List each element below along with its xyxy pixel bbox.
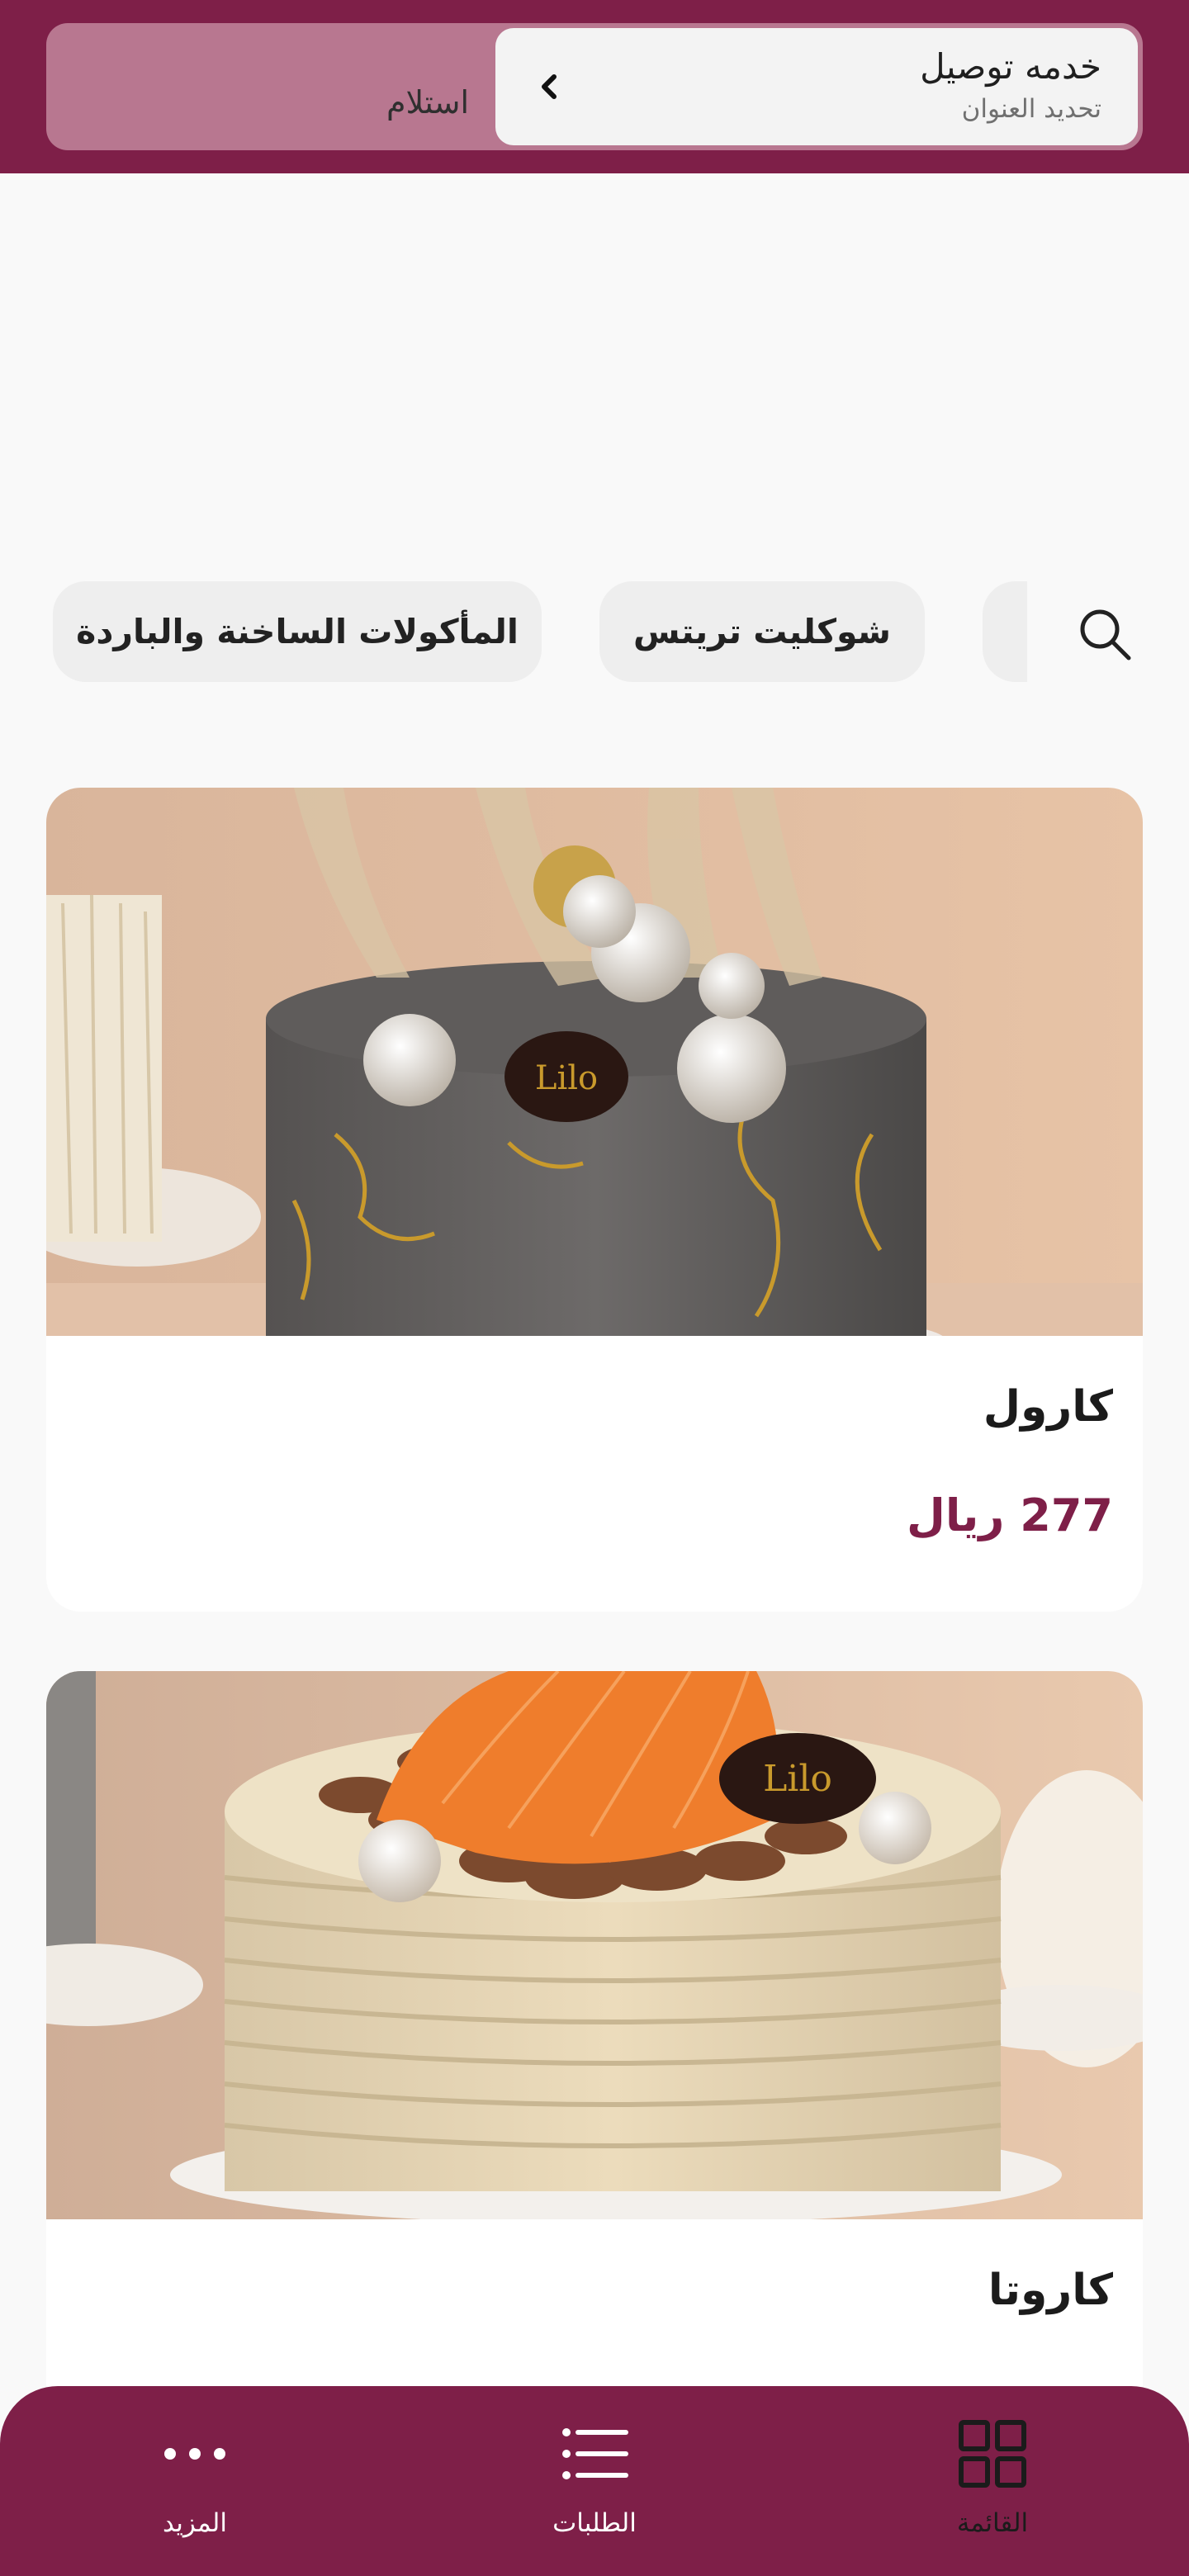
product-name: كاروتا <box>988 2266 1113 2315</box>
nav-tab-menu[interactable]: القائمة <box>877 2386 1108 2576</box>
delivery-option[interactable]: خدمه توصيل تحديد العنوان <box>495 28 1138 145</box>
search-icon[interactable] <box>1073 603 1136 665</box>
product-price: 277 ريال <box>906 1489 1113 1541</box>
svg-text:Lilo: Lilo <box>763 1758 832 1800</box>
category-bar: المأكولات الساخنة والباردة شوكليت تريتس <box>0 581 1189 685</box>
bottom-nav: القائمة الطلبات المزيد <box>0 2386 1189 2576</box>
list-icon <box>562 2428 628 2479</box>
svg-text:Lilo: Lilo <box>535 1059 598 1097</box>
nav-tab-more[interactable]: المزيد <box>79 2386 310 2576</box>
nav-label-menu: القائمة <box>956 2508 1029 2538</box>
product-image-cake-2: Lilo <box>46 1671 1143 2219</box>
category-chip-partial[interactable] <box>983 581 1027 682</box>
delivery-title: خدمه توصيل <box>920 46 1101 87</box>
product-name: كارول <box>983 1382 1113 1432</box>
set-address-link[interactable]: تحديد العنوان <box>962 94 1101 124</box>
grid-icon <box>959 2420 1026 2488</box>
nav-tab-orders[interactable]: الطلبات <box>479 2386 710 2576</box>
pickup-option[interactable]: استلام <box>386 84 469 121</box>
nav-label-more: المزيد <box>163 2508 227 2538</box>
more-dots-icon <box>164 2448 225 2460</box>
product-card[interactable]: Lilo كارول 277 ريال <box>46 788 1143 1612</box>
category-chip-hot-cold-food[interactable]: المأكولات الساخنة والباردة <box>53 581 542 682</box>
nav-label-orders: الطلبات <box>552 2508 637 2538</box>
category-chip-chocolate-treats[interactable]: شوكليت تريتس <box>599 581 925 682</box>
order-type-toggle: استلام خدمه توصيل تحديد العنوان <box>46 23 1143 150</box>
chevron-left-icon[interactable] <box>532 63 565 111</box>
top-bar: استلام خدمه توصيل تحديد العنوان <box>0 0 1189 173</box>
product-card[interactable]: Lilo كاروتا <box>46 1671 1143 2495</box>
product-image-cake-1: Lilo <box>46 788 1143 1336</box>
